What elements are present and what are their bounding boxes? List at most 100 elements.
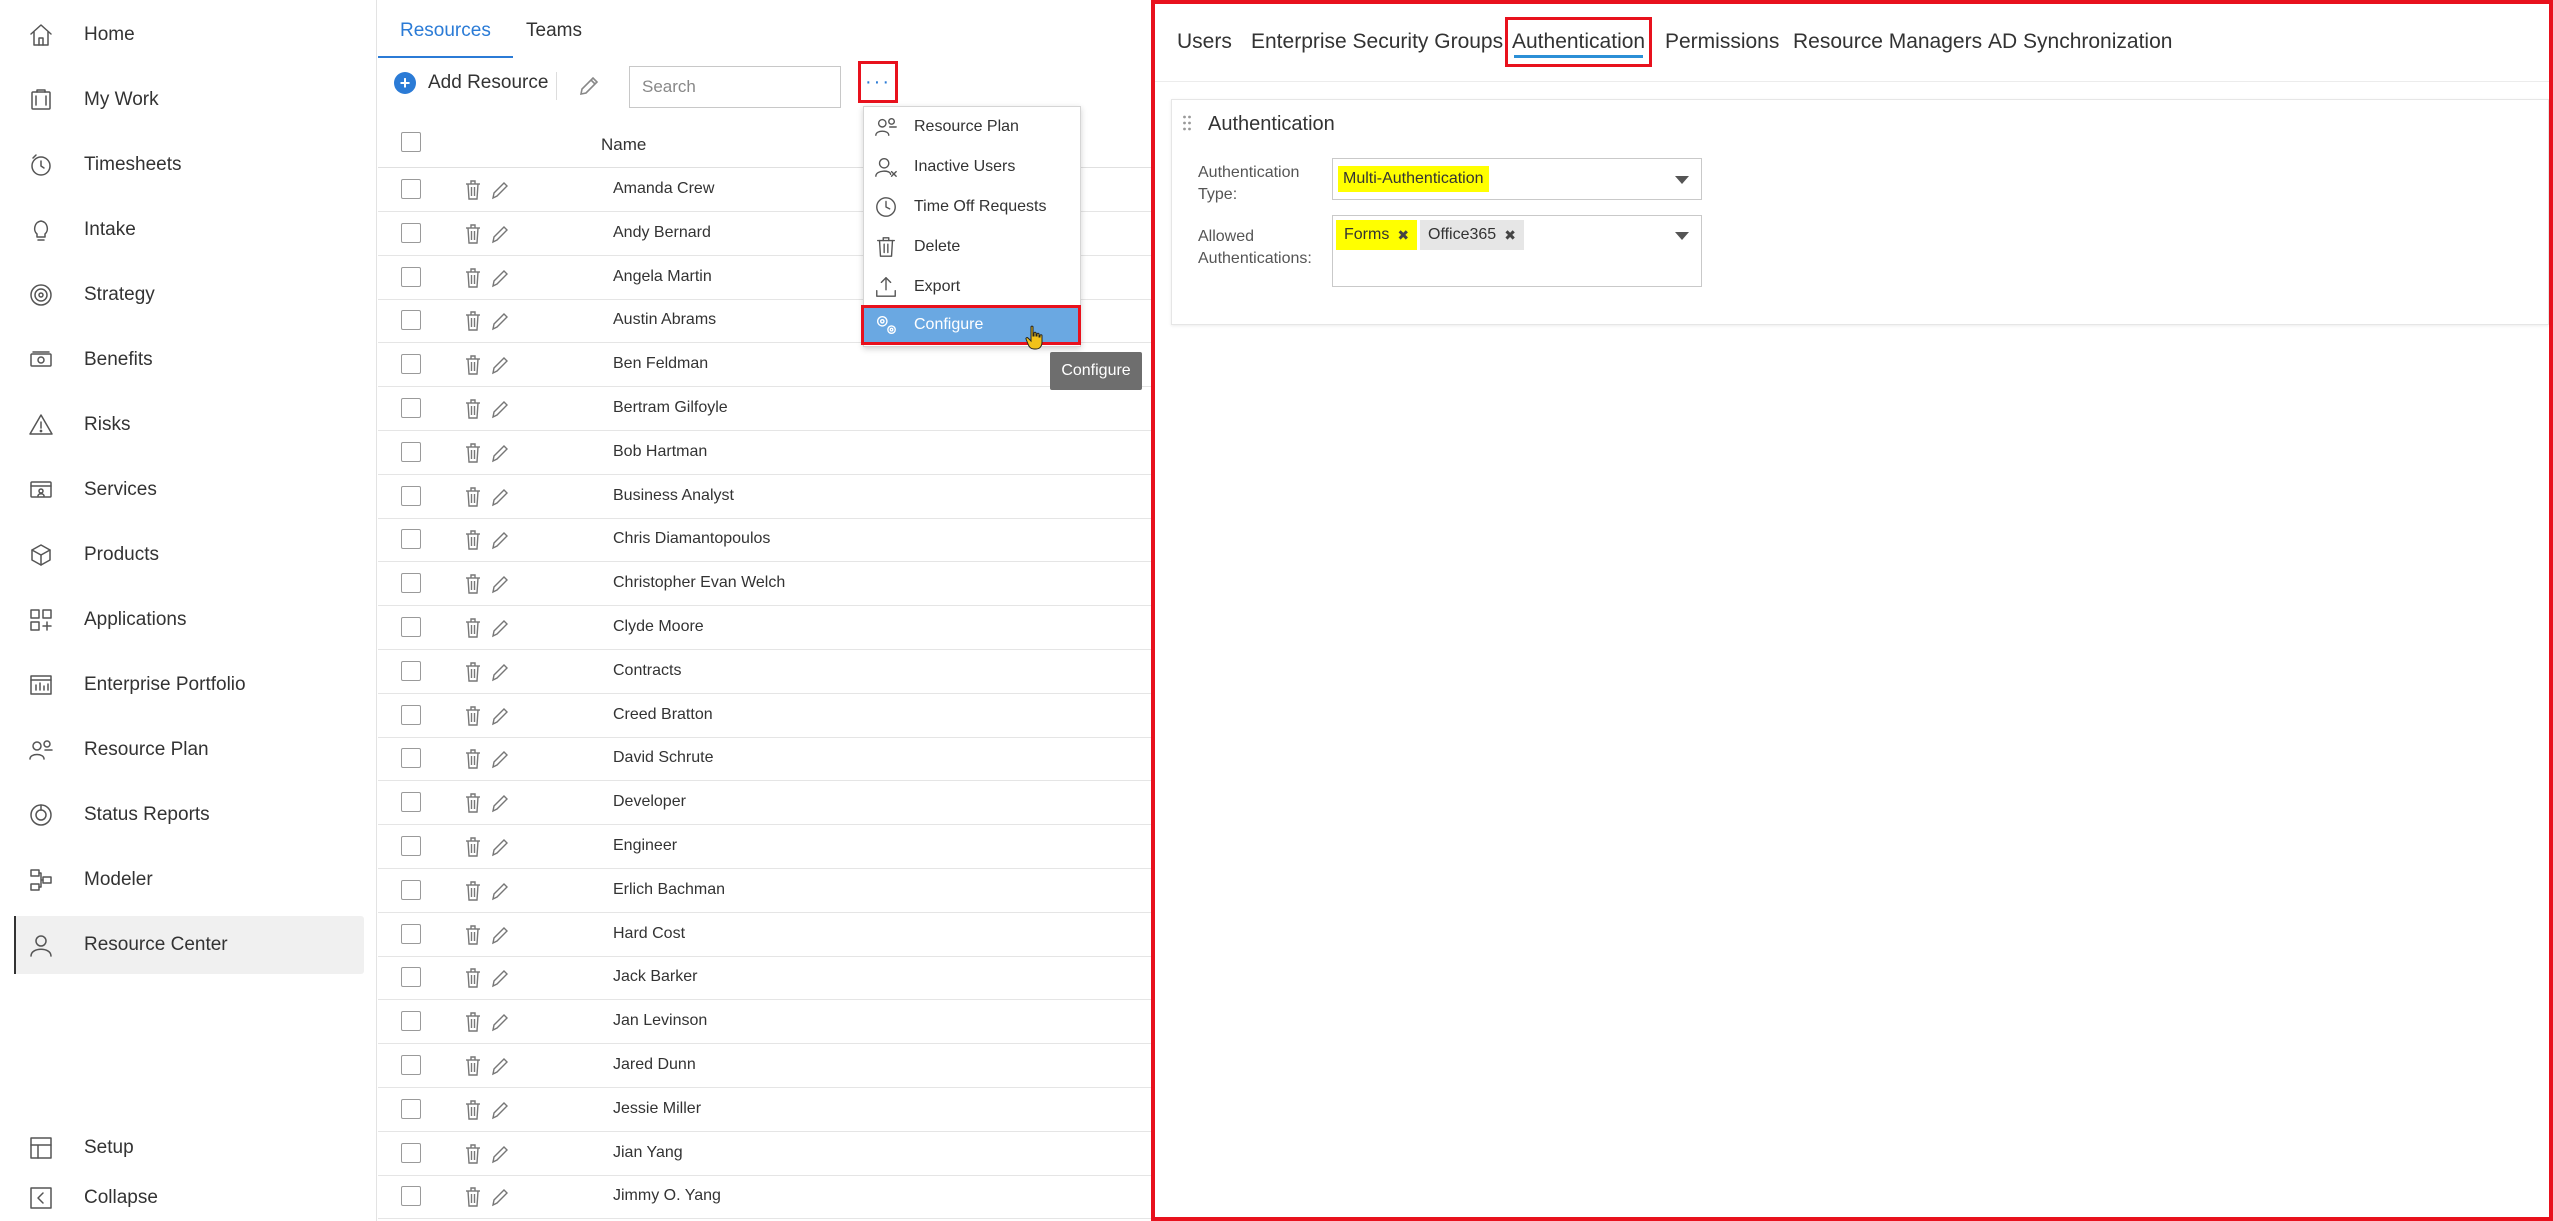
pencil-icon[interactable] (490, 1143, 510, 1165)
row-checkbox[interactable] (401, 529, 421, 550)
table-row[interactable]: Bertram Gilfoyle (378, 387, 1151, 431)
pencil-icon[interactable] (490, 267, 510, 289)
tab-authentication[interactable]: Authentication (1505, 17, 1653, 67)
row-checkbox[interactable] (401, 573, 421, 594)
pencil-icon[interactable] (490, 398, 510, 420)
pencil-icon[interactable] (490, 1186, 510, 1208)
add-resource-button[interactable]: + Add Resource (394, 72, 548, 94)
tab-resource-managers[interactable]: Resource Managers (1793, 30, 1982, 54)
row-checkbox[interactable] (401, 1186, 421, 1207)
sidebar-item-resource-center[interactable]: Resource Center (14, 916, 364, 974)
trash-icon[interactable] (463, 880, 483, 902)
sidebar-item-timesheets[interactable]: Timesheets (14, 136, 364, 194)
more-options-button[interactable]: ··· (858, 61, 898, 103)
menu-item-export[interactable]: Export (864, 267, 1080, 307)
row-checkbox[interactable] (401, 704, 421, 725)
trash-icon[interactable] (463, 486, 483, 508)
trash-icon[interactable] (463, 661, 483, 683)
pencil-icon[interactable] (490, 529, 510, 551)
tab-permissions[interactable]: Permissions (1665, 30, 1779, 54)
row-checkbox[interactable] (401, 354, 421, 375)
trash-icon[interactable] (463, 1186, 483, 1208)
row-checkbox[interactable] (401, 748, 421, 769)
resource-name[interactable]: Jessie Miller (613, 1100, 701, 1118)
trash-icon[interactable] (463, 267, 483, 289)
sidebar-item-strategy[interactable]: Strategy (14, 266, 364, 324)
sidebar-item-benefits[interactable]: Benefits (14, 331, 364, 389)
row-checkbox[interactable] (401, 1142, 421, 1163)
row-checkbox[interactable] (401, 485, 421, 506)
pencil-icon[interactable] (577, 74, 601, 98)
resource-name[interactable]: Chris Diamantopoulos (613, 530, 770, 548)
row-checkbox[interactable] (401, 1055, 421, 1075)
select-all-checkbox[interactable] (401, 132, 421, 152)
row-checkbox[interactable] (401, 923, 421, 944)
table-row[interactable]: Jan Levinson (378, 1000, 1151, 1045)
trash-icon[interactable] (463, 179, 483, 201)
chevron-down-icon[interactable] (1675, 232, 1689, 240)
table-row[interactable]: Jack Barker (378, 956, 1151, 1001)
table-row[interactable]: Business Analyst (378, 475, 1151, 519)
name-column-header[interactable]: Name (601, 135, 646, 155)
row-checkbox[interactable] (401, 266, 421, 287)
trash-icon[interactable] (463, 1011, 483, 1033)
table-row[interactable]: Jian Yang (378, 1132, 1151, 1176)
resource-name[interactable]: Erlich Bachman (613, 881, 725, 899)
row-checkbox[interactable] (401, 967, 421, 988)
table-row[interactable]: Creed Bratton (378, 694, 1151, 738)
tab-teams[interactable]: Teams (526, 20, 582, 42)
pencil-icon[interactable] (490, 1011, 510, 1033)
table-row[interactable]: Developer (378, 781, 1151, 826)
menu-item-resource-plan[interactable]: Resource Plan (864, 107, 1080, 147)
pencil-icon[interactable] (490, 442, 510, 464)
resource-name[interactable]: Contracts (613, 662, 681, 680)
sidebar-item-products[interactable]: Products (14, 526, 364, 584)
trash-icon[interactable] (463, 573, 483, 595)
tab-resources[interactable]: Resources (378, 20, 513, 58)
pencil-icon[interactable] (490, 1055, 510, 1077)
trash-icon[interactable] (463, 310, 483, 332)
trash-icon[interactable] (463, 529, 483, 551)
table-row[interactable]: Hard Cost (378, 913, 1151, 957)
menu-item-inactive-users[interactable]: Inactive Users (864, 147, 1080, 187)
pencil-icon[interactable] (490, 573, 510, 595)
pencil-icon[interactable] (490, 179, 510, 201)
row-checkbox[interactable] (401, 398, 421, 418)
pencil-icon[interactable] (490, 223, 510, 245)
drag-handle-icon[interactable] (1182, 114, 1192, 132)
pencil-icon[interactable] (490, 486, 510, 508)
menu-item-configure[interactable]: Configure (861, 305, 1081, 345)
resource-name[interactable]: Austin Abrams (613, 311, 716, 329)
table-row[interactable]: Christopher Evan Welch (378, 562, 1151, 607)
resource-name[interactable]: David Schrute (613, 749, 714, 767)
resource-name[interactable]: Engineer (613, 837, 677, 855)
row-checkbox[interactable] (401, 1011, 421, 1032)
resource-name[interactable]: Amanda Crew (613, 180, 714, 198)
resource-name[interactable]: Jared Dunn (613, 1056, 696, 1074)
pencil-icon[interactable] (490, 836, 510, 858)
sidebar-item-risks[interactable]: Risks (14, 396, 364, 454)
resource-name[interactable]: Developer (613, 793, 686, 811)
row-checkbox[interactable] (401, 1098, 421, 1119)
resource-name[interactable]: Jimmy O. Yang (613, 1187, 721, 1205)
menu-item-time-off-requests[interactable]: Time Off Requests (864, 187, 1080, 227)
row-checkbox[interactable] (401, 179, 421, 199)
sidebar-item-services[interactable]: Services (14, 461, 364, 519)
row-checkbox[interactable] (401, 660, 421, 681)
table-row[interactable]: Contracts (378, 650, 1151, 694)
trash-icon[interactable] (463, 705, 483, 727)
row-checkbox[interactable] (401, 222, 421, 243)
trash-icon[interactable] (463, 617, 483, 639)
table-row[interactable]: Erlich Bachman (378, 869, 1151, 913)
resource-name[interactable]: Ben Feldman (613, 355, 708, 373)
trash-icon[interactable] (463, 1143, 483, 1165)
table-row[interactable]: Jessie Miller (378, 1088, 1151, 1132)
pencil-icon[interactable] (490, 705, 510, 727)
resource-name[interactable]: Angela Martin (613, 268, 712, 286)
table-row[interactable]: Bob Hartman (378, 431, 1151, 475)
chevron-down-icon[interactable] (1675, 176, 1689, 184)
sidebar-item-status-reports[interactable]: Status Reports (14, 786, 364, 844)
table-row[interactable]: Chris Diamantopoulos (378, 518, 1151, 563)
remove-icon[interactable]: ✖ (1504, 227, 1516, 244)
resource-name[interactable]: Bertram Gilfoyle (613, 399, 728, 417)
